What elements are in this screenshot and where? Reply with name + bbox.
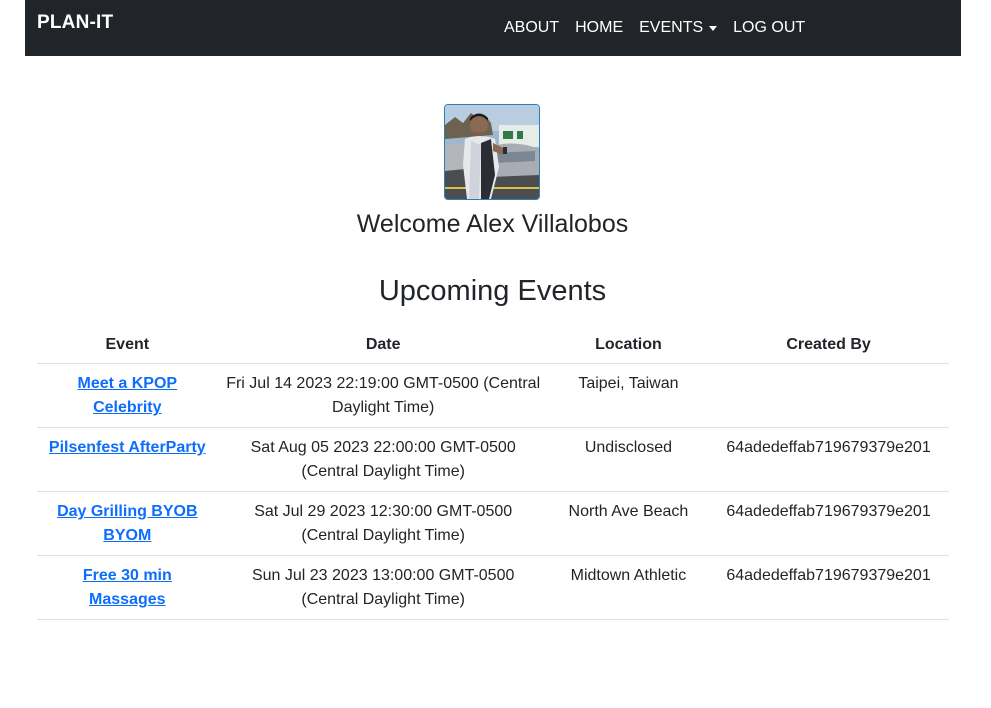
created-by-cell: 64adedeffab719679379e201 xyxy=(708,555,949,620)
event-link[interactable]: Pilsenfest AfterParty xyxy=(49,439,206,456)
table-row: Pilsenfest AfterParty Sat Aug 05 2023 22… xyxy=(37,427,949,492)
nav-home-link[interactable]: HOME xyxy=(575,19,623,37)
event-cell: Pilsenfest AfterParty xyxy=(37,427,218,492)
date-cell: Fri Jul 14 2023 22:19:00 GMT-0500 (Centr… xyxy=(217,363,549,428)
column-header-date: Date xyxy=(217,327,549,364)
nav-logout-link[interactable]: LOG OUT xyxy=(733,19,805,37)
profile-avatar xyxy=(444,104,540,200)
location-cell: Midtown Athletic xyxy=(548,555,709,620)
table-row: Free 30 min Massages Sun Jul 23 2023 13:… xyxy=(37,555,949,620)
welcome-heading: Welcome Alex Villalobos xyxy=(356,210,629,238)
nav-events-dropdown[interactable]: EVENTS xyxy=(639,19,718,37)
column-header-event: Event xyxy=(37,327,218,364)
brand-link[interactable]: PLAN-IT xyxy=(37,12,113,34)
date-cell: Sat Jul 29 2023 12:30:00 GMT-0500 (Centr… xyxy=(217,491,549,556)
caret-down-icon xyxy=(709,25,718,31)
table-header-row: Event Date Location Created By xyxy=(37,327,949,364)
nav-about-link[interactable]: ABOUT xyxy=(504,19,559,37)
column-header-created-by: Created By xyxy=(708,327,949,364)
column-header-location: Location xyxy=(548,327,709,364)
location-cell: Undisclosed xyxy=(548,427,709,492)
nav-links: ABOUT HOME EVENTS LOG OUT xyxy=(504,17,821,39)
location-cell: Taipei, Taiwan xyxy=(548,363,709,428)
nav-events-label: EVENTS xyxy=(639,19,704,36)
table-row: Day Grilling BYOB BYOM Sat Jul 29 2023 1… xyxy=(37,491,949,556)
table-row: Meet a KPOP Celebrity Fri Jul 14 2023 22… xyxy=(37,363,949,428)
event-link[interactable]: Day Grilling BYOB BYOM xyxy=(57,503,197,544)
upcoming-events-heading: Upcoming Events xyxy=(378,275,607,307)
date-cell: Sun Jul 23 2023 13:00:00 GMT-0500 (Centr… xyxy=(217,555,549,620)
created-by-cell: 64adedeffab719679379e201 xyxy=(708,427,949,492)
event-cell: Free 30 min Massages xyxy=(37,555,218,620)
profile-photo xyxy=(445,105,539,199)
event-link[interactable]: Meet a KPOP Celebrity xyxy=(78,375,178,416)
created-by-cell: 64adedeffab719679379e201 xyxy=(708,491,949,556)
event-cell: Day Grilling BYOB BYOM xyxy=(37,491,218,556)
events-table: Event Date Location Created By Meet a KP… xyxy=(37,327,949,620)
location-cell: North Ave Beach xyxy=(548,491,709,556)
top-navbar: PLAN-IT ABOUT HOME EVENTS LOG OUT xyxy=(25,0,961,56)
date-cell: Sat Aug 05 2023 22:00:00 GMT-0500 (Centr… xyxy=(217,427,549,492)
created-by-cell xyxy=(708,363,949,428)
event-cell: Meet a KPOP Celebrity xyxy=(37,363,218,428)
event-link[interactable]: Free 30 min Massages xyxy=(83,567,172,608)
